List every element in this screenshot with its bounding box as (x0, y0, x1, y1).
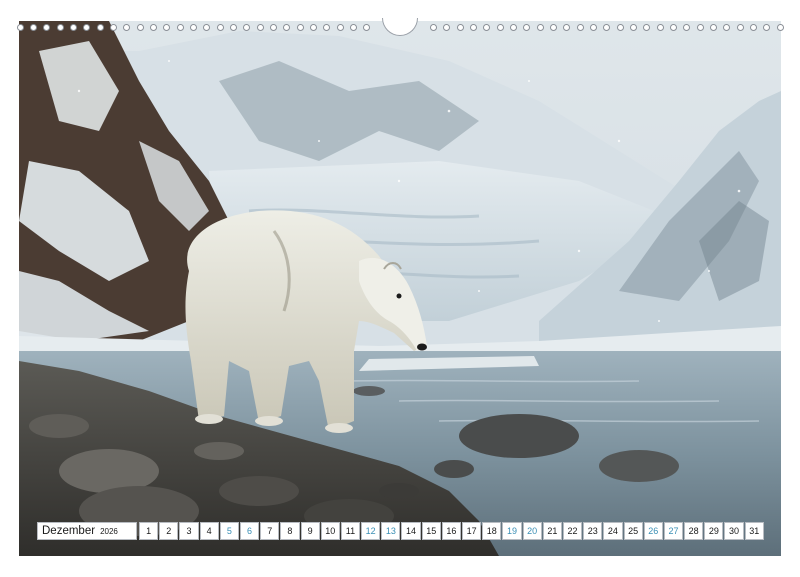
day-cell: 13 (381, 522, 401, 540)
binding-hole (536, 24, 544, 31)
binding-hole (149, 24, 157, 31)
day-cell: 29 (704, 522, 724, 540)
binding-hole (696, 24, 704, 31)
binding-hole (776, 24, 784, 31)
binding-hole (323, 24, 331, 31)
binding-hole (456, 24, 464, 31)
binding-hole (336, 24, 344, 31)
binding-hole (616, 24, 624, 31)
binding-hole (203, 24, 211, 31)
day-cell: 15 (421, 522, 441, 540)
day-cell: 25 (623, 522, 643, 540)
binding-hole (56, 24, 64, 31)
binding-hole (256, 24, 264, 31)
day-cell: 20 (522, 522, 542, 540)
binding-hole (429, 24, 437, 31)
binding-hole (603, 24, 611, 31)
day-cell: 28 (684, 522, 704, 540)
day-cell: 11 (340, 522, 361, 540)
day-cells: 1 2 3 4 5 6 7 8 9 10 11 12 13 14 15 16 17 18 19 20 21 22 23 24 2… (139, 522, 764, 540)
day-cell: 22 (562, 522, 583, 540)
day-cell: 3 (179, 522, 199, 540)
day-cell: 12 (361, 522, 381, 540)
binding-hole (709, 24, 717, 31)
day-cell: 30 (724, 522, 744, 540)
binding-hole (109, 24, 117, 31)
binding-hole (243, 24, 251, 31)
binding-hole (363, 24, 371, 31)
binding-hole (216, 24, 224, 31)
binding-hole (176, 24, 184, 31)
calendar-page: Dezember 2026 1 2 3 4 5 6 7 8 9 10 11 12 13 14 15 16 17 1… (0, 0, 800, 577)
binding-hole (643, 24, 651, 31)
day-cell: 26 (643, 522, 663, 540)
binding-hole (443, 24, 451, 31)
binding-hole (669, 24, 677, 31)
day-cell: 5 (219, 522, 239, 540)
binding-hole (43, 24, 51, 31)
binding-hole (296, 24, 304, 31)
day-cell: 7 (260, 522, 280, 540)
polar-bear-photo (19, 21, 781, 556)
day-cell: 17 (462, 522, 482, 540)
month-label: Dezember 2026 (37, 522, 137, 540)
binding-hole (549, 24, 557, 31)
binding-hole (136, 24, 144, 31)
binding-hole (269, 24, 277, 31)
binding-hole (736, 24, 744, 31)
day-cell: 8 (280, 522, 300, 540)
binding-hole (349, 24, 357, 31)
day-cell: 10 (320, 522, 340, 540)
day-cell: 14 (401, 522, 421, 540)
binding-hole (749, 24, 757, 31)
binding-hole (483, 24, 491, 31)
month-year: 2026 (100, 526, 118, 536)
binding-hole (309, 24, 317, 31)
binding-hole (69, 24, 77, 31)
binding-hole (509, 24, 517, 31)
binding-hole (763, 24, 771, 31)
day-cell: 21 (542, 522, 562, 540)
binding-hole (629, 24, 637, 31)
binding-hole (523, 24, 531, 31)
binding-hole (563, 24, 571, 31)
day-cell: 6 (239, 522, 260, 540)
binding-hole (123, 24, 131, 31)
month-name: Dezember (42, 525, 96, 537)
binding-hole (189, 24, 197, 31)
binding-hole (283, 24, 291, 31)
day-cell: 27 (663, 522, 684, 540)
day-cell: 19 (502, 522, 522, 540)
binding-hole (683, 24, 691, 31)
day-cell: 16 (441, 522, 461, 540)
day-cell: 31 (744, 522, 764, 540)
binding-hole (469, 24, 477, 31)
binding-hole (496, 24, 504, 31)
binding-hole (29, 24, 37, 31)
binding-hole (96, 24, 104, 31)
day-cell: 2 (159, 522, 179, 540)
polar-bear-scene (19, 21, 781, 556)
day-cell: 4 (199, 522, 219, 540)
day-cell: 1 (139, 522, 159, 540)
binding-hole (723, 24, 731, 31)
binding-hole (163, 24, 171, 31)
day-cell: 9 (300, 522, 320, 540)
calendar-strip: Dezember 2026 1 2 3 4 5 6 7 8 9 10 11 12 13 14 15 16 17 1… (37, 522, 764, 540)
binding-hole (589, 24, 597, 31)
binding-hole (576, 24, 584, 31)
day-cell: 18 (482, 522, 502, 540)
binding-hole (83, 24, 91, 31)
day-cell: 23 (583, 522, 603, 540)
day-cell: 24 (603, 522, 623, 540)
binding-hole (16, 24, 24, 31)
binding-hole (229, 24, 237, 31)
binding-hole (656, 24, 664, 31)
